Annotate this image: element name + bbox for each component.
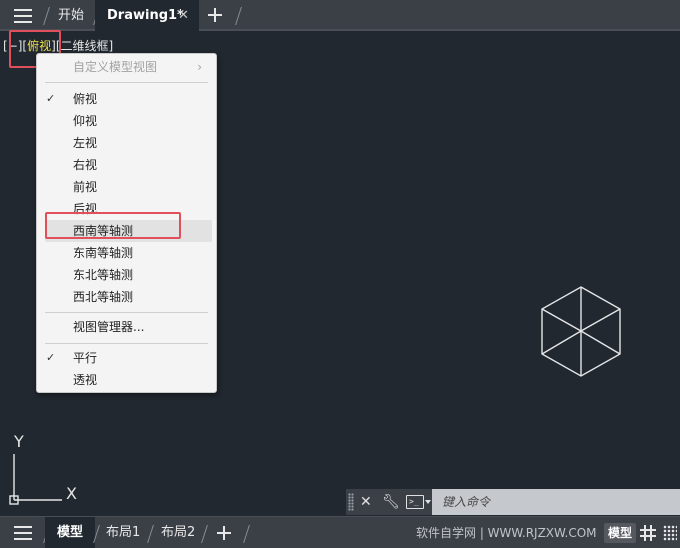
tab-separator <box>147 525 154 543</box>
grid-icon[interactable] <box>640 525 656 541</box>
wrench-icon[interactable]: 🔧︎ <box>382 489 400 515</box>
tab-layout2[interactable]: 布局2 <box>161 517 195 548</box>
tab-separator <box>43 7 50 25</box>
menu-item-label: 透视 <box>73 373 98 387</box>
command-history-icon[interactable]: >_ <box>406 495 424 509</box>
menu-item-label: 西北等轴测 <box>73 290 134 304</box>
menu-item-bottom-view[interactable]: 仰视 <box>37 110 216 132</box>
chevron-right-icon: › <box>197 60 202 74</box>
menu-item-label: 平行 <box>73 351 98 365</box>
tab-separator <box>235 7 242 25</box>
menu-icon[interactable] <box>14 526 34 540</box>
menu-item-label: 左视 <box>73 136 98 150</box>
layout-tab-bar: 模型 布局1 布局2 软件自学网 | WWW.RJZXW.COM 模型 <box>0 516 680 548</box>
new-tab-plus-icon[interactable] <box>208 8 222 22</box>
menu-item-perspective[interactable]: 透视 <box>37 369 216 391</box>
menu-item-se-isometric[interactable]: 东南等轴测 <box>37 242 216 264</box>
tab-model[interactable]: 模型 <box>45 517 95 548</box>
menu-item-top-view[interactable]: ✓ 俯视 <box>37 88 216 110</box>
menu-item-label: 东南等轴测 <box>73 246 134 260</box>
menu-icon[interactable] <box>14 9 34 23</box>
tab-drawing1-label: Drawing1* <box>107 8 184 23</box>
menu-item-front-view[interactable]: 前视 <box>37 176 216 198</box>
menu-separator <box>45 312 208 313</box>
ucs-x-label: X <box>66 484 77 503</box>
menu-item-label: 自定义模型视图 <box>73 60 158 74</box>
close-icon[interactable]: ✕ <box>178 0 189 31</box>
menu-separator <box>45 82 208 83</box>
tab-separator <box>201 525 208 543</box>
command-input[interactable] <box>432 489 680 515</box>
menu-item-label: 视图管理器... <box>73 320 145 334</box>
menu-item-ne-isometric[interactable]: 东北等轴测 <box>37 264 216 286</box>
menu-item-nw-isometric[interactable]: 西北等轴测 <box>37 286 216 308</box>
ucs-y-label: Y <box>14 432 24 451</box>
visual-style-control-menu[interactable]: 二维线框 <box>61 39 109 53</box>
viewport-bracket: ] <box>108 39 114 53</box>
menu-item-custom-model-views: 自定义模型视图 › <box>37 56 216 78</box>
menu-item-parallel[interactable]: ✓ 平行 <box>37 347 216 369</box>
add-layout-plus-icon[interactable] <box>217 526 231 540</box>
annotation-highlight-box <box>45 212 181 239</box>
menu-item-label: 前视 <box>73 180 98 194</box>
drag-handle-icon[interactable] <box>348 493 354 511</box>
tab-layout1[interactable]: 布局1 <box>106 517 140 548</box>
view-cube-icon[interactable] <box>540 286 622 378</box>
check-icon: ✓ <box>46 351 56 364</box>
menu-item-label: 右视 <box>73 158 98 172</box>
chevron-down-icon[interactable] <box>425 500 431 504</box>
check-icon: ✓ <box>46 92 56 105</box>
model-space-button[interactable]: 模型 <box>604 523 637 543</box>
snap-icon[interactable] <box>663 525 677 541</box>
menu-separator <box>45 343 208 344</box>
menu-item-label: 俯视 <box>73 92 98 106</box>
tab-start[interactable]: 开始 <box>58 0 84 31</box>
watermark-text: 软件自学网 | WWW.RJZXW.COM <box>416 526 597 540</box>
menu-item-right-view[interactable]: 右视 <box>37 154 216 176</box>
file-tab-bar: 开始 Drawing1* ✕ <box>0 0 680 31</box>
menu-item-label: 东北等轴测 <box>73 268 134 282</box>
menu-item-left-view[interactable]: 左视 <box>37 132 216 154</box>
tab-separator <box>243 525 250 543</box>
ucs-icon: Y X <box>6 432 86 512</box>
command-line: ✕ 🔧︎ >_ <box>346 489 680 515</box>
menu-item-label: 仰视 <box>73 114 98 128</box>
menu-item-view-manager[interactable]: 视图管理器... <box>37 316 216 338</box>
close-icon[interactable]: ✕ <box>360 489 372 515</box>
